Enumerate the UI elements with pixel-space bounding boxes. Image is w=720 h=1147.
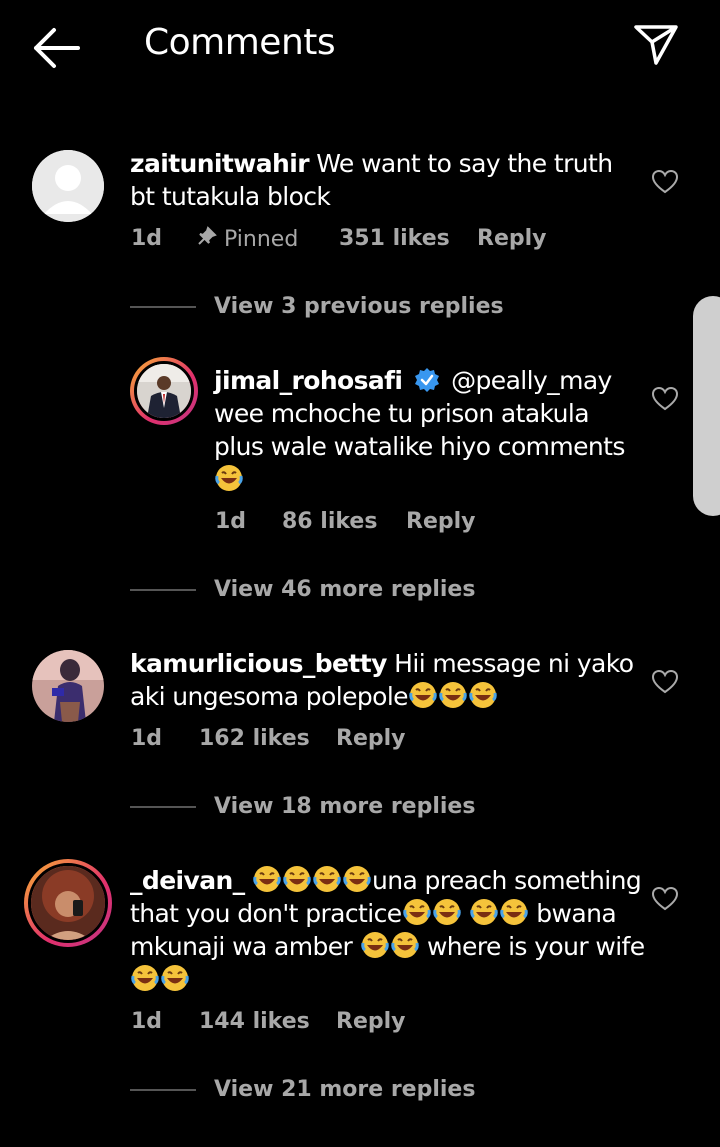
comment-body: kamurlicious_betty Hii message ni yako a…: [130, 647, 640, 713]
view-replies-label: View 18 more replies: [214, 794, 476, 819]
comment-body: _deivan_ una preach something that you d…: [130, 864, 650, 996]
avatar-image: [134, 361, 194, 421]
likes-count[interactable]: 86 likes: [282, 509, 406, 534]
heart-icon: [651, 886, 679, 911]
laughing-emoji-icon: [470, 899, 498, 925]
profile-photo: [31, 866, 105, 940]
likes-count[interactable]: 351 likes: [339, 226, 477, 252]
comment-time: 1d: [131, 1009, 163, 1034]
avatar[interactable]: [24, 859, 112, 947]
view-replies-link[interactable]: View 21 more replies: [130, 1077, 475, 1102]
comment-time: 1d: [131, 726, 163, 751]
comment-meta: 1d 144 likes Reply: [131, 1009, 406, 1034]
profile-photo: [32, 650, 104, 722]
profile-photo: [137, 364, 191, 418]
avatar-image: [28, 863, 108, 943]
like-button[interactable]: [651, 886, 679, 912]
comment-username[interactable]: jimal_rohosafi: [214, 366, 403, 395]
view-replies-label: View 21 more replies: [214, 1077, 476, 1102]
comment-time: 1d: [131, 226, 163, 251]
laughing-emoji-icon: [469, 682, 497, 708]
arrow-left-icon: [34, 28, 80, 68]
comment-meta: 1d Pinned 351 likes Reply: [131, 226, 547, 252]
heart-icon: [651, 669, 679, 694]
likes-count[interactable]: 144 likes: [199, 1009, 336, 1034]
replies-divider: [130, 1088, 196, 1091]
comment-meta: 1d 86 likes Reply: [215, 509, 476, 534]
comment-username[interactable]: _deivan_: [130, 866, 245, 895]
laughing-emoji-icon: [439, 682, 467, 708]
comment-text: where is your wife: [426, 932, 645, 961]
back-button[interactable]: [30, 26, 84, 70]
laughing-emoji-icon: [402, 899, 431, 925]
avatar[interactable]: [32, 650, 104, 722]
laughing-emoji-icon: [131, 965, 159, 991]
laughing-emoji-icon: [283, 866, 311, 892]
paper-plane-icon: [634, 25, 678, 65]
view-replies-link[interactable]: View 3 previous replies: [130, 294, 504, 319]
avatar[interactable]: [32, 150, 104, 222]
laughing-emoji-icon: [432, 899, 461, 925]
avatar[interactable]: [130, 357, 198, 425]
comment-mention[interactable]: @peally_may: [451, 366, 612, 395]
pinned-label: Pinned: [224, 227, 299, 252]
view-replies-label: View 46 more replies: [214, 577, 476, 602]
view-replies-link[interactable]: View 46 more replies: [130, 577, 475, 602]
default-avatar-icon: [32, 150, 104, 222]
like-button[interactable]: [651, 169, 679, 195]
replies-divider: [130, 805, 196, 808]
header-bar: Comments: [0, 0, 720, 96]
replies-divider: [130, 305, 196, 308]
comment-body: jimal_rohosafi @peally_may wee mchoche t…: [214, 364, 634, 496]
reply-button[interactable]: Reply: [336, 1009, 406, 1034]
view-replies-link[interactable]: View 18 more replies: [130, 794, 475, 819]
comment-username[interactable]: kamurlicious_betty: [130, 649, 387, 678]
comment-username[interactable]: zaitunitwahir: [130, 149, 310, 178]
laughing-emoji-icon: [390, 932, 419, 958]
laughing-emoji-icon: [343, 866, 371, 892]
laughing-emoji-icon: [215, 465, 243, 491]
comment-text: wee mchoche tu prison atakula plus wale …: [214, 399, 625, 461]
laughing-emoji-icon: [500, 899, 528, 925]
laughing-emoji-icon: [360, 932, 389, 958]
laughing-emoji-icon: [253, 866, 281, 892]
laughing-emoji-icon: [161, 965, 189, 991]
page-title: Comments: [144, 22, 336, 63]
verified-badge-icon: [414, 368, 439, 392]
likes-count[interactable]: 162 likes: [199, 726, 336, 751]
comment-body: zaitunitwahir We want to say the truth b…: [130, 147, 640, 213]
reply-button[interactable]: Reply: [406, 509, 476, 534]
laughing-emoji-icon: [409, 682, 437, 708]
heart-icon: [651, 169, 679, 194]
comment-meta: 1d 162 likes Reply: [131, 726, 406, 751]
pinned-badge: Pinned: [197, 226, 339, 252]
scroll-handle[interactable]: [693, 296, 720, 516]
pin-icon: [198, 226, 217, 245]
laughing-emoji-icon: [313, 866, 341, 892]
reply-button[interactable]: Reply: [477, 226, 547, 252]
share-button[interactable]: [632, 22, 680, 68]
like-button[interactable]: [651, 386, 679, 412]
reply-button[interactable]: Reply: [336, 726, 406, 751]
heart-icon: [651, 386, 679, 411]
comment-time: 1d: [215, 509, 247, 534]
replies-divider: [130, 588, 196, 591]
like-button[interactable]: [651, 669, 679, 695]
view-replies-label: View 3 previous replies: [214, 294, 504, 319]
